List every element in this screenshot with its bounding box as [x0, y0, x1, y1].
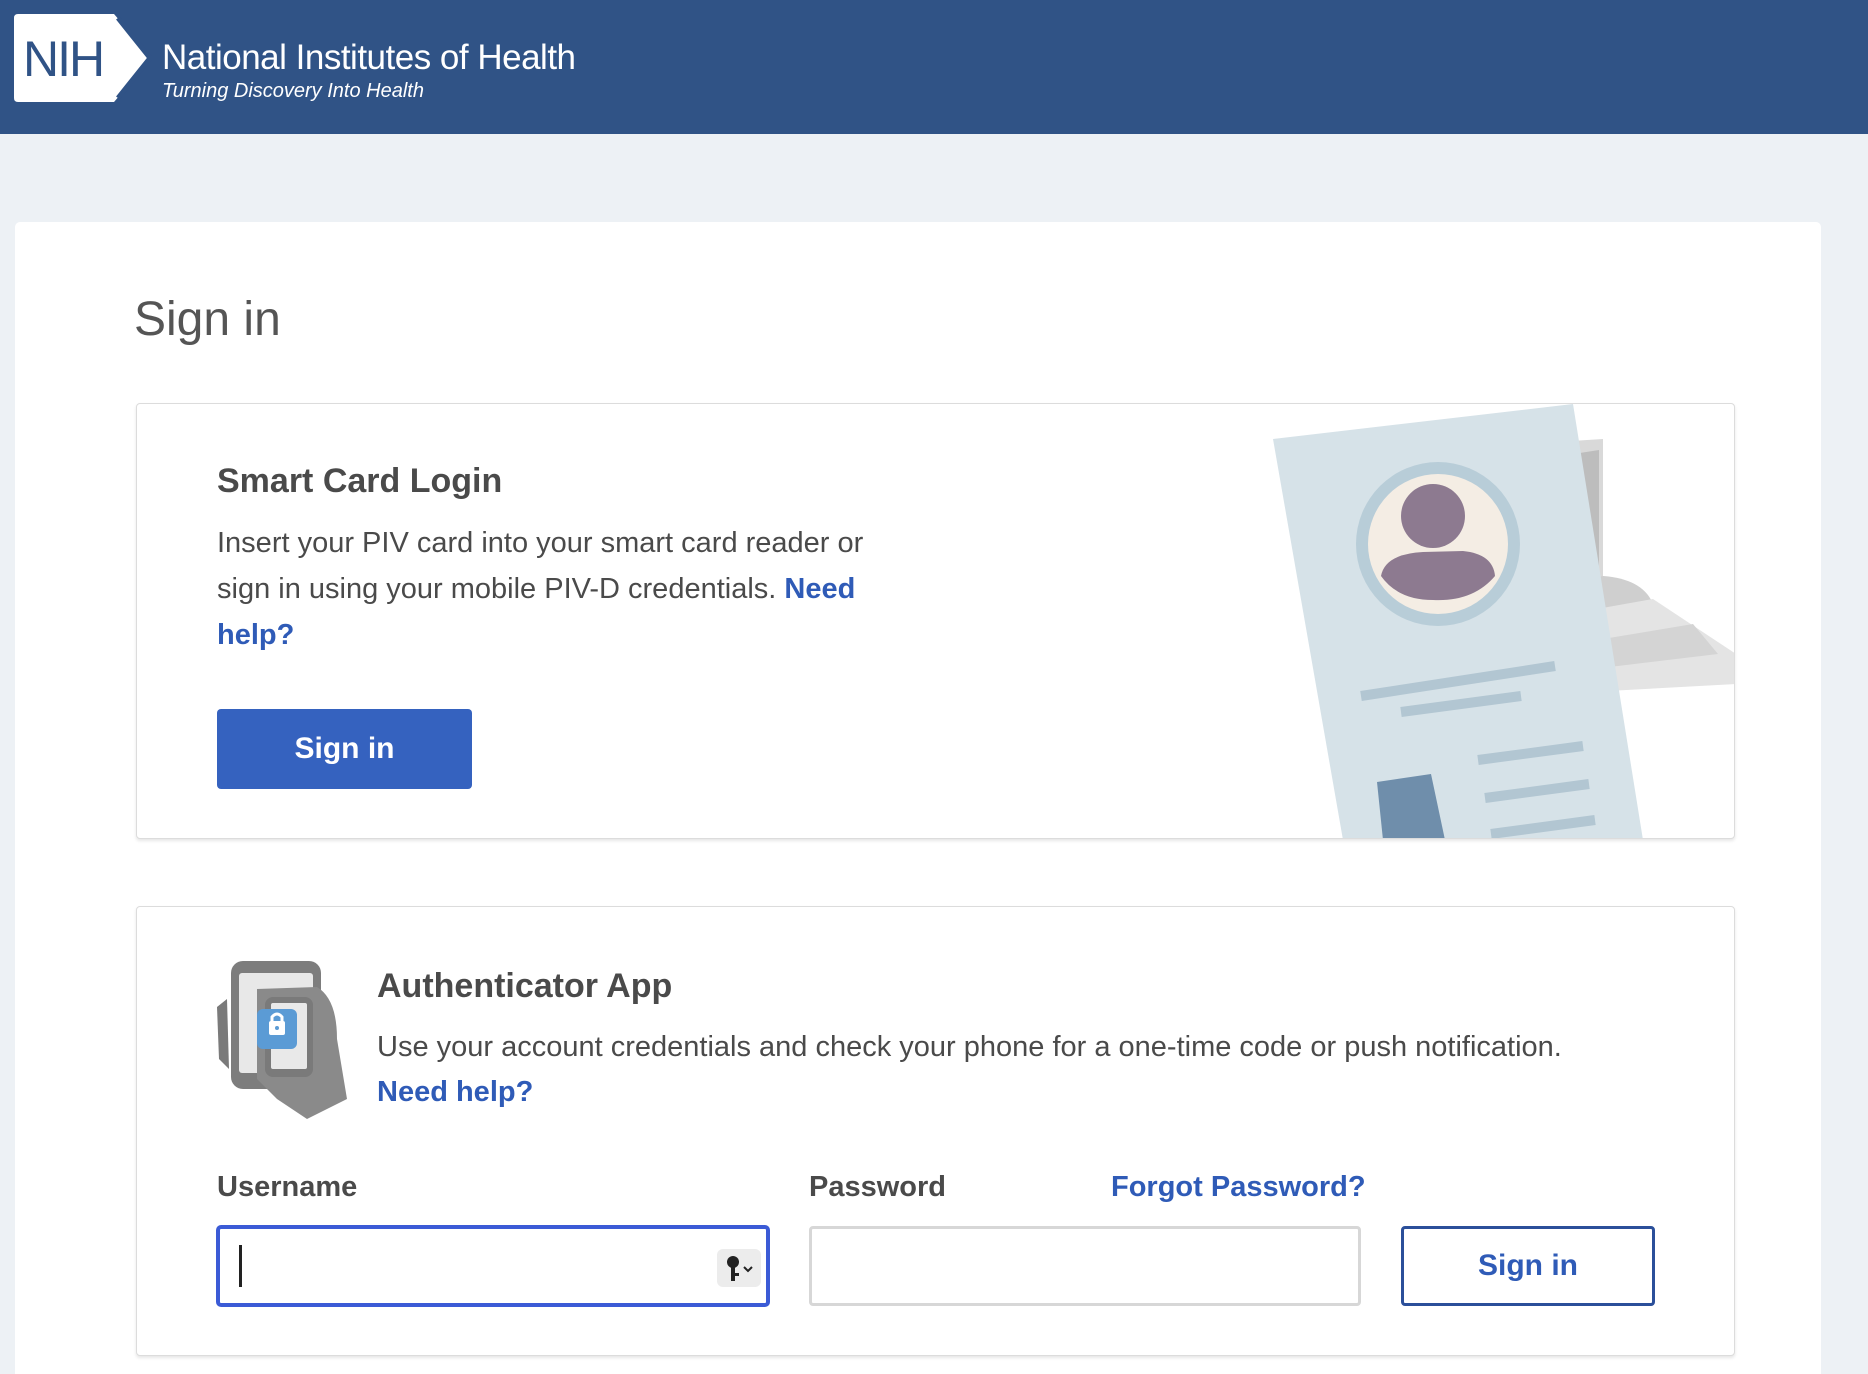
authenticator-app-card: Authenticator App Use your account crede…: [136, 906, 1735, 1356]
authenticator-phone-icon: [217, 961, 347, 1119]
authenticator-sign-in-button[interactable]: Sign in: [1401, 1226, 1655, 1306]
username-input[interactable]: [217, 1226, 769, 1306]
nih-logo-text: NIH: [23, 31, 103, 87]
text-caret: [239, 1245, 242, 1287]
password-input[interactable]: [809, 1226, 1361, 1306]
page-title: Sign in: [134, 293, 281, 346]
org-tagline: Turning Discovery Into Health: [162, 80, 424, 102]
forgot-password-link[interactable]: Forgot Password?: [1111, 1171, 1366, 1204]
key-icon[interactable]: [717, 1249, 761, 1287]
piv-card-illustration-icon: [1273, 404, 1734, 838]
smart-card-description-text: Insert your PIV card into your smart car…: [217, 527, 864, 605]
site-header: NIH National Institutes of Health Turnin…: [0, 0, 1868, 134]
authenticator-title: Authenticator App: [377, 967, 673, 1005]
smart-card-title: Smart Card Login: [217, 462, 503, 500]
smart-card-login-card: Smart Card Login Insert your PIV card in…: [136, 403, 1735, 839]
smart-card-sign-in-button[interactable]: Sign in: [217, 709, 472, 789]
org-name: National Institutes of Health: [162, 38, 576, 77]
nih-logo[interactable]: NIH: [14, 14, 152, 102]
smart-card-description: Insert your PIV card into your smart car…: [217, 520, 917, 658]
password-label: Password: [809, 1171, 946, 1203]
authenticator-need-help-link[interactable]: Need help?: [377, 1076, 533, 1109]
authenticator-description: Use your account credentials and check y…: [377, 1031, 1562, 1063]
username-label: Username: [217, 1171, 358, 1203]
